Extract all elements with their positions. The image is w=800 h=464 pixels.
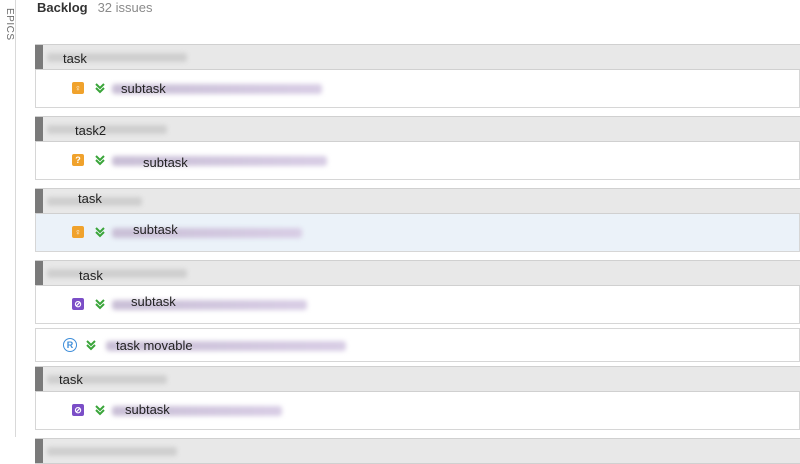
backlog-list: task ♀ subtask task2 ? subtask task ♀ su… (35, 44, 800, 464)
improvement-icon: ♀ (72, 226, 84, 238)
parent-issue-label: task2 (75, 123, 107, 138)
blurred-summary (47, 447, 177, 456)
parent-issue-row[interactable]: task (35, 188, 800, 214)
subtask-row[interactable]: ⊘ subtask (35, 286, 800, 324)
epics-panel[interactable]: EPICS (0, 0, 16, 437)
subtask-label: subtask (121, 81, 166, 96)
parent-issue-label: task (63, 51, 87, 66)
backlog-title: Backlog (37, 0, 88, 15)
issue-count: 32 issues (97, 0, 153, 15)
subtask-label: subtask (143, 155, 188, 170)
purple-type-icon: ⊘ (72, 404, 84, 416)
subtask-label: subtask (131, 294, 176, 309)
parent-issue-row[interactable]: task2 (35, 116, 800, 142)
parent-issue-row[interactable]: task (35, 366, 800, 392)
resolved-icon: R (63, 338, 77, 352)
parent-issue-label: task (59, 372, 83, 387)
blurred-summary (47, 269, 187, 278)
drag-handle[interactable] (35, 45, 43, 69)
lowest-priority-icon (94, 82, 106, 94)
drag-handle[interactable] (35, 367, 43, 391)
improvement-icon: ♀ (72, 82, 84, 94)
standalone-issue-label: task movable (116, 338, 193, 353)
epics-panel-label: EPICS (4, 8, 15, 41)
drag-handle[interactable] (35, 439, 43, 463)
blurred-summary (47, 125, 167, 134)
subtask-row[interactable]: ? subtask (35, 142, 800, 180)
drag-handle[interactable] (35, 261, 43, 285)
subtask-row[interactable]: ♀ subtask (35, 70, 800, 108)
subtask-row-selected[interactable]: ♀ subtask (35, 214, 800, 252)
purple-type-icon: ⊘ (72, 298, 84, 310)
drag-handle[interactable] (35, 117, 43, 141)
standalone-issue-row[interactable]: R task movable (35, 328, 800, 362)
parent-issue-row[interactable] (35, 438, 800, 464)
parent-issue-label: task (79, 268, 103, 283)
lowest-priority-icon (94, 404, 106, 416)
backlog-header: Backlog 32 issues (37, 0, 153, 18)
parent-issue-row[interactable]: task (35, 260, 800, 286)
drag-handle[interactable] (35, 189, 43, 213)
subtask-row[interactable]: ⊘ subtask (35, 392, 800, 430)
parent-issue-row[interactable]: task (35, 44, 800, 70)
question-icon: ? (72, 154, 84, 166)
lowest-priority-icon (85, 339, 97, 351)
parent-issue-label: task (78, 191, 102, 206)
subtask-label: subtask (133, 222, 178, 237)
lowest-priority-icon (94, 298, 106, 310)
lowest-priority-icon (94, 154, 106, 166)
subtask-label: subtask (125, 402, 170, 417)
lowest-priority-icon (94, 226, 106, 238)
